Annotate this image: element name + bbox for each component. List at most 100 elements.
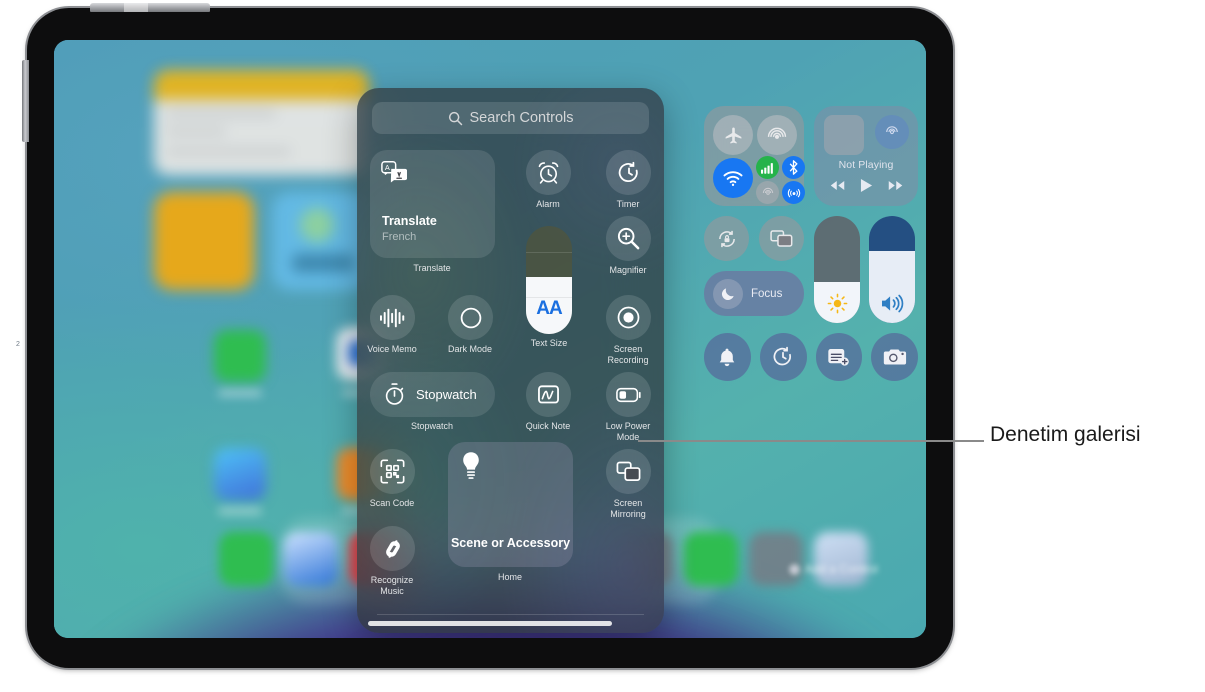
recognize-music-button[interactable]	[370, 526, 415, 571]
gallery-item-magnifier[interactable]: Magnifier	[606, 216, 651, 275]
volume-buttons[interactable]	[22, 60, 29, 142]
quick-note-toggle[interactable]	[815, 333, 863, 381]
gallery-item-timer[interactable]: Timer	[606, 150, 651, 209]
text-size-slider[interactable]: AA	[526, 226, 572, 334]
airplay-audio-toggle[interactable]	[756, 181, 779, 204]
bluetooth-toggle[interactable]	[782, 156, 805, 179]
timer-toggle[interactable]	[759, 333, 807, 381]
translate-label: Translate	[413, 263, 451, 273]
magnifier-label: Magnifier	[609, 265, 647, 275]
gallery-item-alarm[interactable]: Alarm	[526, 150, 571, 209]
low-power-mode-button[interactable]	[606, 372, 651, 417]
dark-mode-icon	[460, 307, 481, 328]
home-indicator[interactable]	[368, 621, 612, 626]
home-app-icon[interactable]	[214, 448, 266, 500]
rotation-lock-toggle[interactable]	[704, 216, 749, 261]
screen-mirroring-icon	[616, 461, 641, 481]
rotation-lock-icon	[718, 230, 735, 247]
gallery-item-dark-mode[interactable]: Dark Mode	[448, 295, 493, 354]
scan-code-button[interactable]	[370, 449, 415, 494]
dock-app-icon[interactable]	[749, 532, 803, 586]
dock-app-icon[interactable]	[684, 532, 738, 586]
now-playing-module[interactable]: Not Playing	[814, 106, 918, 206]
bell-icon	[720, 348, 735, 366]
cc-top-row: Not Playing	[704, 106, 918, 206]
gallery-item-screen-mirroring[interactable]: Screen Mirroring	[606, 449, 651, 519]
scene-or-accessory-label: Home	[497, 572, 523, 582]
rewind-icon[interactable]	[830, 180, 845, 191]
airdrop-toggle[interactable]	[757, 115, 797, 155]
dark-mode-button[interactable]	[448, 295, 493, 340]
cellular-data-toggle[interactable]	[756, 156, 779, 179]
timer-button[interactable]	[606, 150, 651, 195]
home-app-icon[interactable]	[214, 330, 266, 382]
callout-leader-line	[638, 440, 984, 442]
home-app-label	[218, 508, 262, 514]
gallery-item-scan-code[interactable]: Scan Code	[370, 449, 415, 508]
screen-mirroring-toggle[interactable]	[759, 216, 804, 261]
bluetooth-icon	[789, 160, 798, 175]
gallery-item-stopwatch[interactable]: Stopwatch Stopwatch	[370, 372, 495, 431]
gallery-item-screen-recording[interactable]: Screen Recording	[606, 295, 651, 365]
airplay-button[interactable]	[875, 115, 909, 149]
page-marker: 2	[16, 341, 20, 348]
scene-or-accessory-title: Scene or Accessory	[450, 536, 571, 550]
volume-slider[interactable]	[869, 216, 915, 323]
text-size-value: AA	[536, 298, 562, 319]
fast-forward-icon[interactable]	[888, 180, 903, 191]
hotspot-icon	[787, 188, 800, 197]
shazam-icon	[385, 539, 400, 558]
callout-label: Denetim galerisi	[990, 423, 1141, 446]
brightness-slider[interactable]	[814, 216, 860, 323]
home-widget-yellow	[154, 192, 254, 290]
dock-app-icon[interactable]	[284, 532, 338, 586]
gallery-item-text-size[interactable]: AA Text Size	[526, 226, 572, 348]
dock-app-icon[interactable]	[814, 532, 868, 586]
airplane-mode-toggle[interactable]	[713, 115, 753, 155]
play-icon[interactable]	[860, 178, 873, 193]
scene-or-accessory-tile[interactable]: Scene or Accessory	[448, 442, 573, 567]
gallery-item-quick-note[interactable]: Quick Note	[526, 372, 571, 431]
personal-hotspot-toggle[interactable]	[782, 181, 805, 204]
alarm-button[interactable]	[526, 150, 571, 195]
add-a-control-button[interactable]: Add a Control	[789, 562, 878, 576]
magnifier-icon	[617, 227, 640, 250]
waveform-icon	[379, 308, 404, 327]
scan-code-label: Scan Code	[369, 498, 415, 508]
cellular-bars-icon	[761, 162, 773, 174]
magnifier-button[interactable]	[606, 216, 651, 261]
silent-mode-toggle[interactable]	[704, 333, 751, 381]
translate-icon: A	[381, 161, 407, 183]
search-icon	[448, 111, 462, 125]
airplane-icon	[725, 126, 741, 143]
screenshot-root: Add a Control Not Playing Focus Search C…	[0, 0, 1205, 692]
gallery-item-scene-or-accessory[interactable]: Scene or Accessory Home	[448, 442, 573, 582]
voice-memo-button[interactable]	[370, 295, 415, 340]
gallery-item-voice-memo[interactable]: Voice Memo	[367, 295, 417, 354]
battery-icon	[615, 387, 641, 402]
search-controls-field[interactable]: Search Controls	[372, 102, 649, 134]
wifi-toggle[interactable]	[713, 158, 753, 198]
camera-toggle[interactable]	[871, 333, 918, 381]
focus-toggle[interactable]: Focus	[704, 271, 804, 316]
gallery-item-translate[interactable]: A Translate French Translate	[370, 150, 495, 273]
sun-icon	[827, 293, 847, 314]
transport-controls	[814, 178, 918, 193]
gallery-item-recognize-music[interactable]: Recognize Music	[370, 526, 415, 596]
translate-tile[interactable]: A Translate French	[370, 150, 495, 258]
home-app-label	[218, 390, 262, 396]
timer-icon	[773, 346, 792, 366]
screen-recording-button[interactable]	[606, 295, 651, 340]
power-button[interactable]	[90, 3, 210, 12]
add-a-control-label: Add a Control	[804, 562, 878, 576]
quick-note-button[interactable]	[526, 372, 571, 417]
voice-memo-label: Voice Memo	[367, 344, 417, 354]
screen-mirroring-label: Screen Mirroring	[610, 498, 646, 519]
moon-icon	[721, 287, 734, 300]
screen-mirroring-button[interactable]	[606, 449, 651, 494]
dock-app-icon[interactable]	[219, 532, 273, 586]
stopwatch-pill[interactable]: Stopwatch	[370, 372, 495, 417]
gallery-item-low-power-mode[interactable]: Low Power Mode	[606, 372, 651, 442]
cc-bottom-row	[704, 333, 918, 381]
text-size-label: Text Size	[530, 338, 568, 348]
